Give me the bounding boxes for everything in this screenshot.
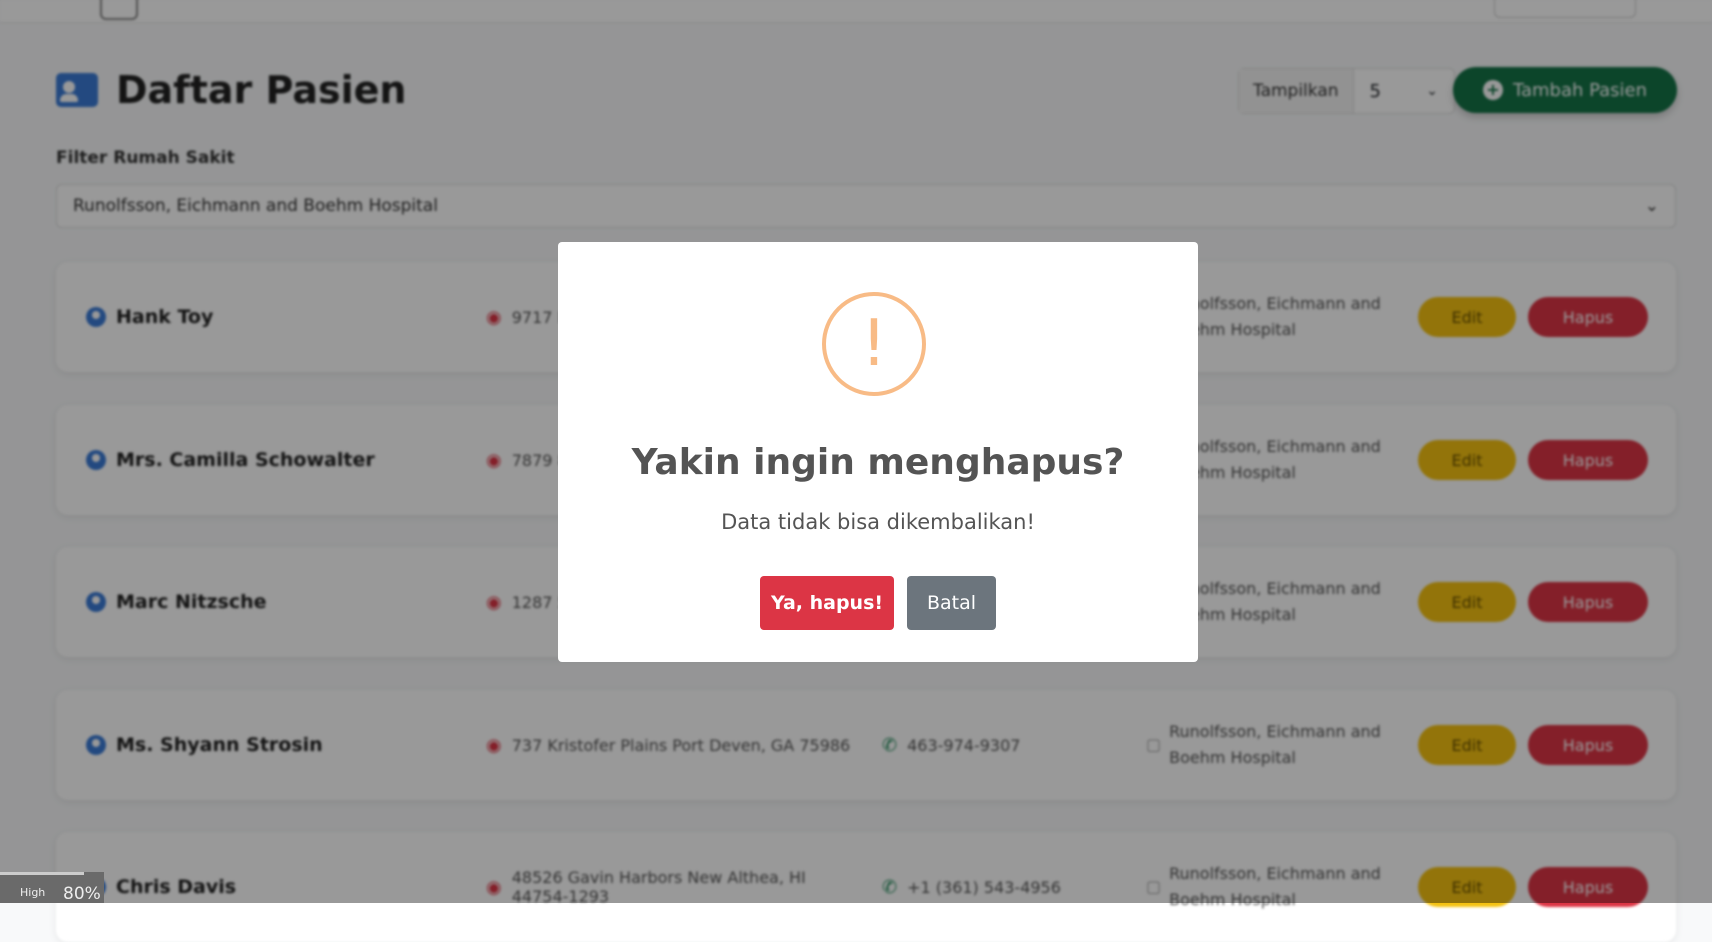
zoom-percent: 80% xyxy=(63,884,101,904)
warning-icon: ! xyxy=(822,292,926,396)
zoom-indicator: High 80% xyxy=(0,872,104,904)
dialog-title: Yakin ingin menghapus? xyxy=(631,442,1125,483)
zoom-level-bar xyxy=(0,872,84,875)
delete-confirm-dialog: ! Yakin ingin menghapus? Data tidak bisa… xyxy=(558,242,1198,662)
zoom-quality: High xyxy=(20,886,46,899)
confirm-delete-button[interactable]: Ya, hapus! xyxy=(760,576,894,630)
cancel-button[interactable]: Batal xyxy=(907,576,996,630)
dialog-text: Data tidak bisa dikembalikan! xyxy=(721,510,1035,534)
